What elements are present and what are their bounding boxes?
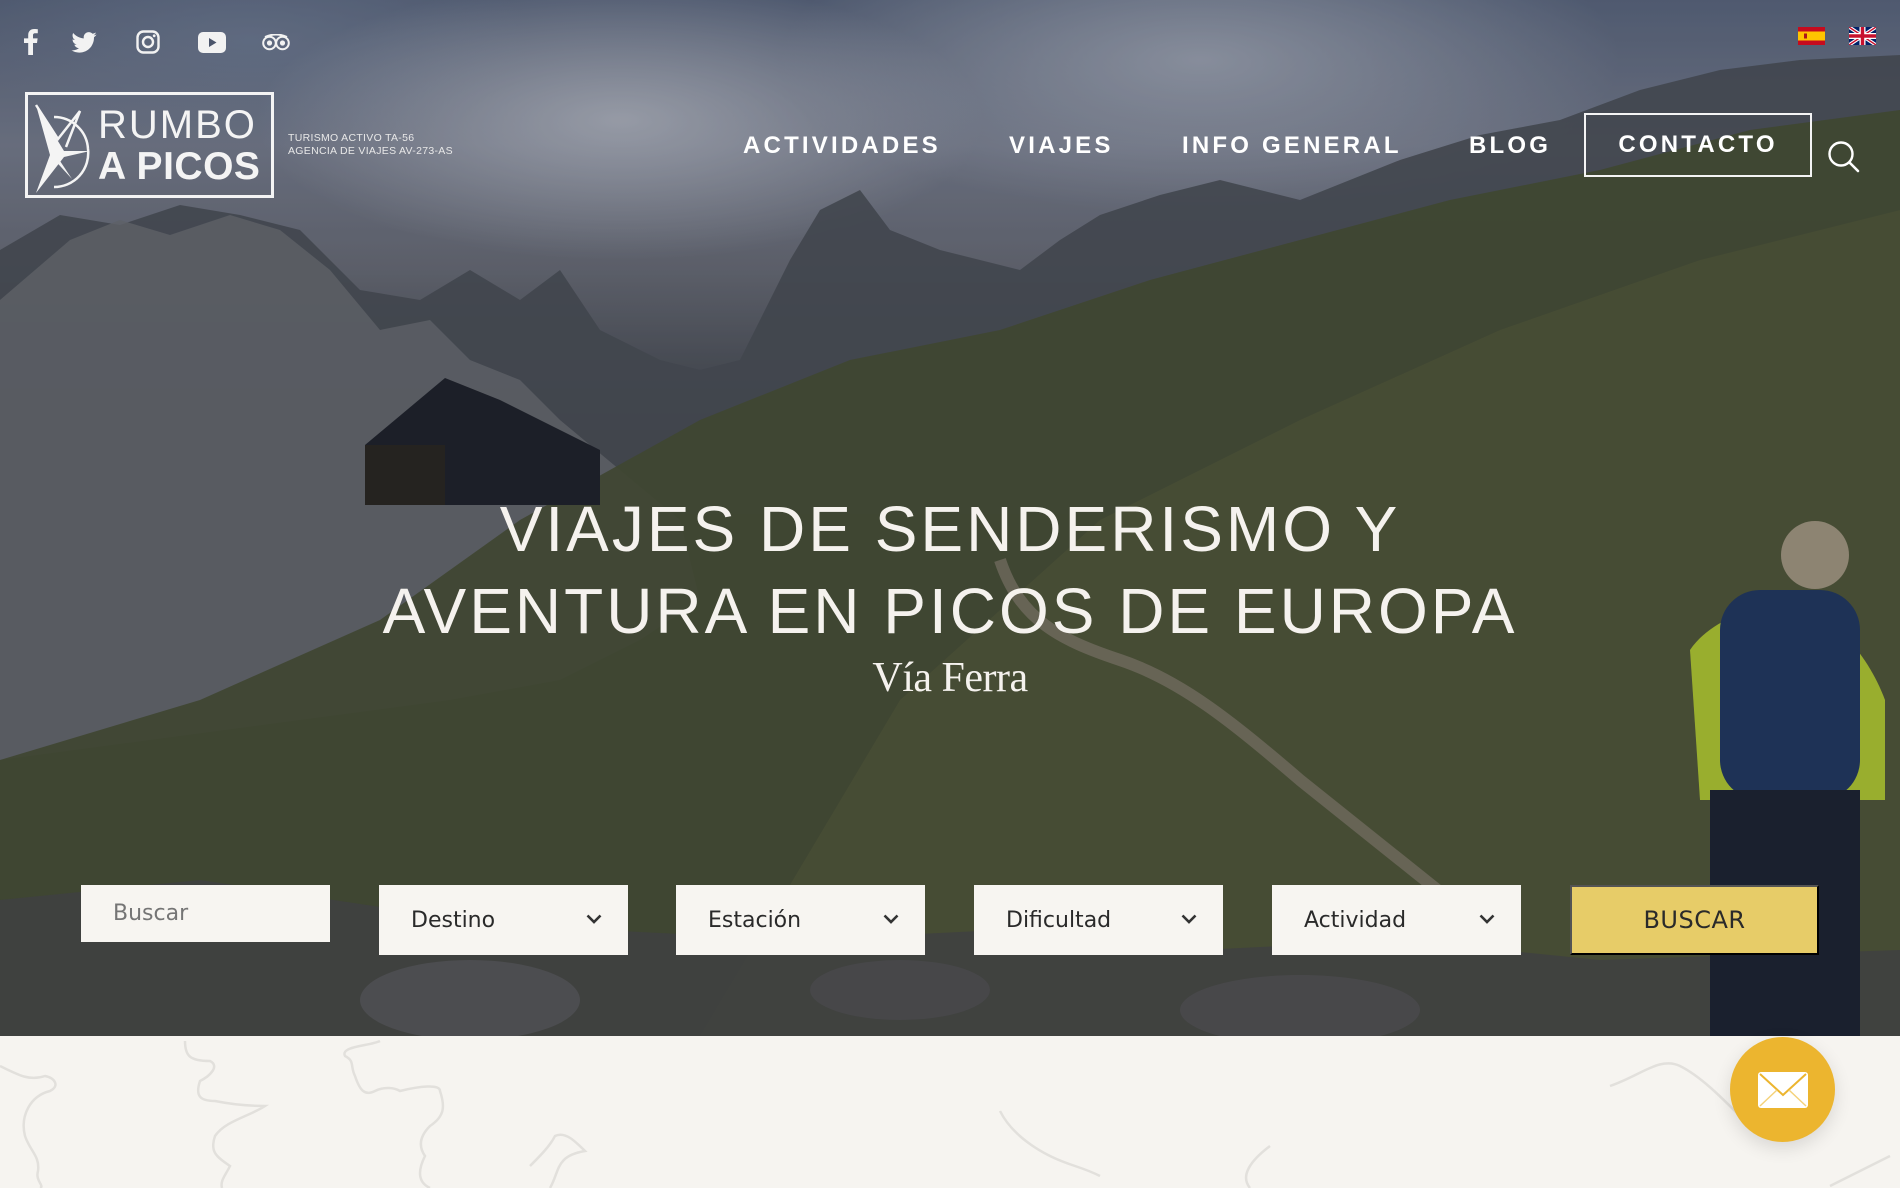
nav-item-blog[interactable]: BLOG [1469,132,1551,160]
chevron-down-icon [586,914,602,924]
nav-item-actividades[interactable]: ACTIVIDADES [743,132,941,160]
chevron-down-icon [1181,914,1197,924]
hero-headline: VIAJES DE SENDERISMO Y AVENTURA EN PICOS… [0,488,1900,702]
hero-title-line-1: VIAJES DE SENDERISMO Y [499,493,1401,565]
contact-mail-button[interactable] [1730,1037,1835,1142]
estacion-select[interactable]: Estación [676,885,925,955]
hero-title-line-2: AVENTURA EN PICOS DE EUROPA [382,575,1518,647]
search-icon[interactable] [1827,140,1861,179]
spain-flag-icon[interactable] [1798,27,1825,45]
map-contours [0,1039,1891,1188]
language-switcher [1798,27,1876,45]
search-input[interactable] [81,885,330,942]
instagram-icon[interactable] [116,26,180,58]
actividad-select[interactable]: Actividad [1272,885,1521,955]
dificultad-select[interactable]: Dificultad [974,885,1223,955]
tripadvisor-icon[interactable] [244,26,308,58]
youtube-icon[interactable] [180,26,244,58]
map-section [0,1036,1900,1188]
actividad-select-label: Actividad [1304,907,1407,933]
facebook-icon[interactable] [24,26,52,58]
destino-select[interactable]: Destino [379,885,628,955]
search-button[interactable]: BUSCAR [1570,885,1819,955]
envelope-icon [1757,1071,1808,1108]
uk-flag-icon[interactable] [1849,27,1876,45]
twitter-icon[interactable] [52,26,116,58]
contact-button[interactable]: CONTACTO [1584,113,1812,177]
destino-select-label: Destino [411,907,496,933]
nav-item-info-general[interactable]: INFO GENERAL [1182,132,1402,160]
nav-item-viajes[interactable]: VIAJES [1009,132,1114,160]
main-nav: ACTIVIDADES VIAJES INFO GENERAL BLOG CON… [0,113,1900,177]
social-links [24,26,308,58]
dificultad-select-label: Dificultad [1006,907,1112,933]
search-bar: Destino Estación Dificultad Actividad BU… [0,885,1900,957]
photo-caption: Vía Ferra [872,655,1028,701]
estacion-select-label: Estación [708,907,802,933]
chevron-down-icon [883,914,899,924]
chevron-down-icon [1479,914,1495,924]
